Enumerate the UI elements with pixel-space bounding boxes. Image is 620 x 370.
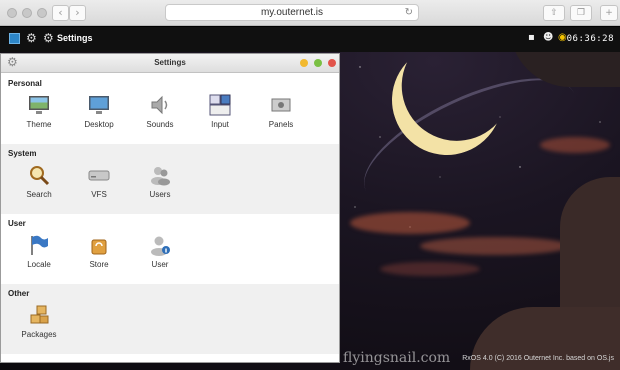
item-label: Packages bbox=[21, 330, 57, 339]
browser-minimize-dot[interactable] bbox=[22, 8, 32, 18]
section-title: Personal bbox=[8, 79, 42, 88]
top-panel: ⚙ ⚙ Settings ▪ ☻ ◉ 06:36:28 bbox=[0, 27, 620, 52]
section-user: User Locale Store User bbox=[1, 214, 339, 284]
item-label: Panels bbox=[268, 120, 294, 129]
close-button[interactable] bbox=[328, 59, 336, 67]
speaker-icon bbox=[151, 95, 168, 115]
settings-item-theme[interactable]: Theme bbox=[14, 94, 64, 129]
settings-gear-icon[interactable]: ⚙ bbox=[43, 31, 54, 45]
browser-zoom-dot[interactable] bbox=[37, 8, 47, 18]
reload-icon[interactable]: ↻ bbox=[405, 5, 413, 20]
monitor-landscape-icon bbox=[29, 96, 49, 114]
url-text: my.outernet.is bbox=[260, 7, 324, 18]
settings-item-packages[interactable]: Packages bbox=[14, 304, 64, 339]
settings-item-search[interactable]: Search bbox=[14, 164, 64, 199]
launcher-logo-icon[interactable] bbox=[9, 33, 20, 44]
user-info-icon bbox=[151, 236, 170, 256]
settings-item-panels[interactable]: Panels bbox=[256, 94, 306, 129]
gear-icon[interactable]: ⚙ bbox=[26, 31, 37, 45]
back-button[interactable]: ‹ bbox=[52, 5, 69, 21]
tabs-icon[interactable]: ❐ bbox=[570, 5, 592, 21]
browser-toolbar: ‹ › my.outernet.is ↻ ⇧ ❐ + bbox=[0, 0, 620, 26]
item-label: Sounds bbox=[146, 120, 174, 129]
item-label: Locale bbox=[27, 260, 51, 269]
magnifier-icon bbox=[30, 166, 50, 186]
item-label: Input bbox=[211, 120, 229, 129]
section-system: System Search VFS Users bbox=[1, 144, 339, 214]
cloud bbox=[540, 137, 610, 153]
flag-icon bbox=[31, 235, 48, 255]
section-personal: Personal Theme Desktop Sounds Input Pane… bbox=[1, 74, 339, 144]
settings-item-user[interactable]: User bbox=[135, 234, 185, 269]
forward-button[interactable]: › bbox=[69, 5, 86, 21]
panel-settings-button[interactable]: Settings bbox=[57, 33, 93, 43]
network-icon[interactable]: ▪ bbox=[528, 32, 535, 43]
users-icon bbox=[151, 167, 170, 186]
new-tab-button[interactable]: + bbox=[600, 5, 618, 21]
settings-window: ⚙ Settings Personal Theme Desktop Sounds… bbox=[0, 53, 340, 363]
item-label: Users bbox=[149, 190, 171, 199]
cloud bbox=[350, 212, 470, 234]
item-label: User bbox=[151, 260, 169, 269]
item-label: Desktop bbox=[84, 120, 114, 129]
maximize-button[interactable] bbox=[314, 59, 322, 67]
watermark: flyingsnail.com bbox=[343, 350, 451, 366]
cloud bbox=[380, 262, 480, 276]
user-tray-icon[interactable]: ☻ bbox=[543, 32, 553, 43]
settings-item-sounds[interactable]: Sounds bbox=[135, 94, 185, 129]
panels-icon bbox=[271, 98, 291, 112]
settings-item-input[interactable]: Input bbox=[195, 94, 245, 129]
address-bar[interactable]: my.outernet.is ↻ bbox=[165, 4, 419, 21]
browser-close-dot[interactable] bbox=[7, 8, 17, 18]
settings-item-locale[interactable]: Locale bbox=[14, 234, 64, 269]
monitor-icon bbox=[89, 96, 109, 114]
cloud bbox=[420, 237, 570, 255]
footer-copyright: RxOS 4.0 (C) 2016 Outernet Inc. based on… bbox=[462, 355, 614, 362]
panel-clock: 06:36:28 bbox=[566, 34, 614, 44]
settings-item-vfs[interactable]: VFS bbox=[74, 164, 124, 199]
drive-icon bbox=[88, 170, 110, 181]
window-title: Settings bbox=[154, 58, 186, 67]
settings-item-users[interactable]: Users bbox=[135, 164, 185, 199]
item-label: VFS bbox=[91, 190, 107, 199]
section-other: Other Packages bbox=[1, 284, 339, 354]
share-icon[interactable]: ⇧ bbox=[543, 5, 565, 21]
section-title: User bbox=[8, 219, 26, 228]
minimize-button[interactable] bbox=[300, 59, 308, 67]
item-label: Search bbox=[26, 190, 52, 199]
keyboard-keys-icon bbox=[209, 94, 231, 116]
notification-icon[interactable]: ◉ bbox=[558, 32, 567, 43]
packages-icon bbox=[30, 305, 49, 324]
store-icon bbox=[91, 239, 107, 255]
section-title: Other bbox=[8, 289, 30, 298]
item-label: Theme bbox=[26, 120, 52, 129]
item-label: Store bbox=[89, 260, 109, 269]
settings-item-store[interactable]: Store bbox=[74, 234, 124, 269]
section-title: System bbox=[8, 149, 37, 158]
window-titlebar[interactable]: ⚙ Settings bbox=[1, 54, 339, 73]
settings-item-desktop[interactable]: Desktop bbox=[74, 94, 124, 129]
